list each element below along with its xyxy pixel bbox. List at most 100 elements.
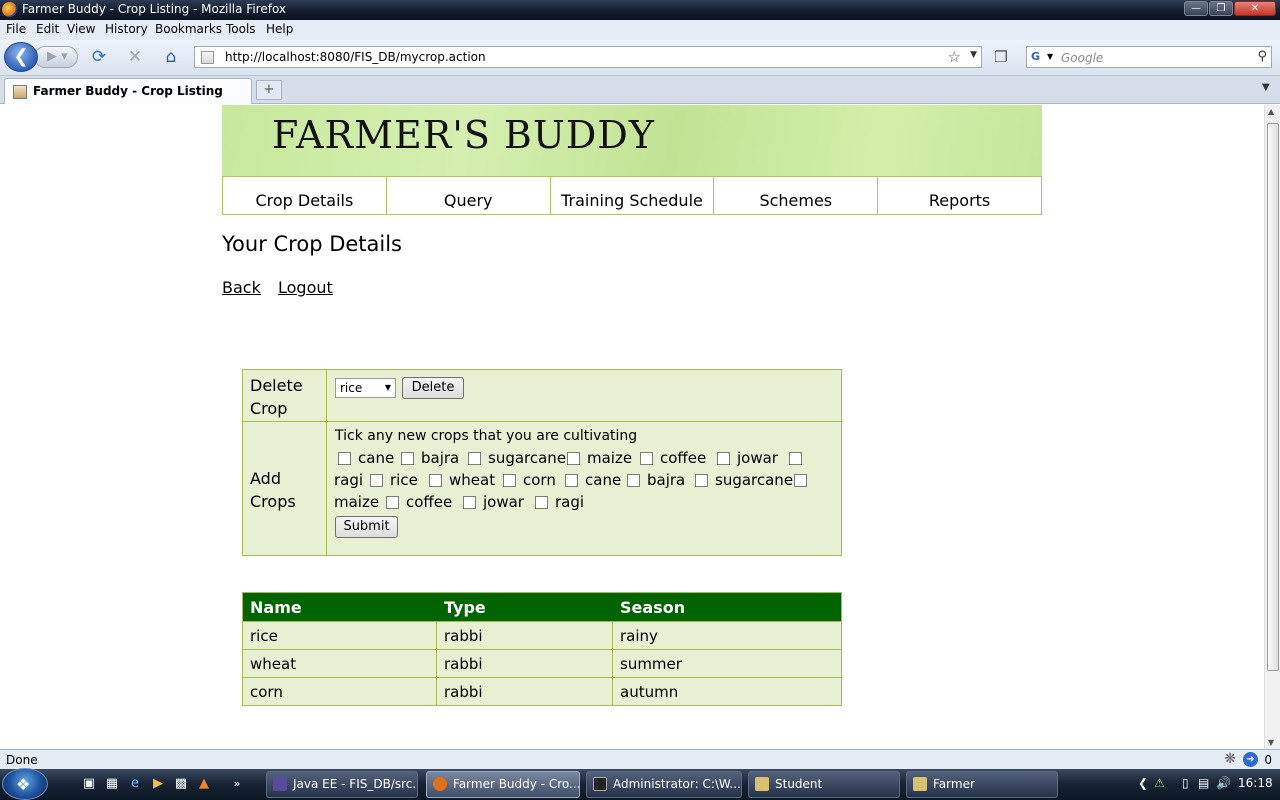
taskbar-button-student[interactable]: Student	[748, 771, 900, 798]
console-icon	[593, 777, 607, 791]
nav-training-schedule[interactable]: Training Schedule	[551, 177, 715, 214]
network-icon[interactable]: ▤	[1198, 776, 1209, 790]
delete-button[interactable]: Delete	[402, 377, 464, 399]
crop-checkbox[interactable]	[565, 474, 578, 487]
back-button[interactable]: ❮	[4, 42, 38, 72]
addon-icon[interactable]: ❋	[1224, 751, 1236, 767]
nav-query[interactable]: Query	[387, 177, 551, 214]
crop-checkbox[interactable]	[386, 496, 399, 509]
menu-bar: File Edit View History Bookmarks Tools H…	[0, 20, 1280, 40]
crop-checkbox[interactable]	[640, 452, 653, 465]
crop-checkbox-label: bajra	[421, 449, 460, 467]
bookmark-star-icon[interactable]: ☆	[948, 48, 961, 66]
column-divider	[612, 621, 613, 705]
vertical-scrollbar[interactable]: ▲ ▼	[1264, 105, 1280, 749]
window-title: Farmer Buddy - Crop Listing - Mozilla Fi…	[22, 2, 287, 16]
crop-checkbox[interactable]	[370, 474, 383, 487]
table-row: wheat rabbi summer	[243, 649, 841, 677]
menu-history[interactable]: History	[105, 22, 148, 36]
scroll-up-icon[interactable]: ▲	[1268, 107, 1274, 116]
menu-help[interactable]: Help	[266, 22, 293, 36]
crop-checkbox[interactable]	[429, 474, 442, 487]
tab-label: Farmer Buddy - Crop Listing	[33, 84, 223, 98]
menu-view[interactable]: View	[67, 22, 95, 36]
cell-season: summer	[620, 655, 682, 673]
clock[interactable]: 16:18	[1238, 776, 1273, 790]
url-dropdown-icon[interactable]: ▼	[970, 50, 977, 60]
crop-checkbox[interactable]	[794, 474, 807, 487]
nav-reports[interactable]: Reports	[878, 177, 1041, 214]
url-bar[interactable]: http://localhost:8080/FIS_DB/mycrop.acti…	[194, 46, 982, 68]
menu-bookmarks[interactable]: Bookmarks	[155, 22, 222, 36]
page-menu-icon[interactable]: ❐	[990, 46, 1012, 68]
media-player-icon[interactable]: ▶	[149, 776, 167, 792]
scroll-down-icon[interactable]: ▼	[1268, 738, 1274, 747]
site-title: FARMER'S BUDDY	[272, 113, 655, 157]
close-button[interactable]: ✕	[1234, 1, 1276, 16]
cell-type: rabbi	[444, 683, 483, 701]
tray-expand-icon[interactable]: ❮	[1138, 776, 1148, 790]
console-icon[interactable]: ▩	[172, 776, 190, 792]
crop-select[interactable]: rice ▼	[335, 378, 396, 398]
minimize-button[interactable]: —	[1184, 1, 1208, 16]
crop-checkbox[interactable]	[627, 474, 640, 487]
nav-schemes[interactable]: Schemes	[714, 177, 879, 214]
column-header-type: Type	[444, 598, 486, 617]
google-icon[interactable]: G	[1031, 50, 1045, 64]
update-icon[interactable]: ➜	[1243, 752, 1258, 767]
taskbar-button-java-ee[interactable]: Java EE - FIS_DB/src...	[266, 771, 418, 798]
tab-farmer-buddy[interactable]: Farmer Buddy - Crop Listing	[4, 78, 252, 104]
stop-icon[interactable]: ✕	[124, 46, 146, 68]
forward-button[interactable]: ▶ ▾	[34, 46, 78, 68]
search-engine-dropdown-icon[interactable]: ▼	[1047, 52, 1053, 61]
quick-launch-expand-icon[interactable]: »	[228, 776, 246, 792]
menu-edit[interactable]: Edit	[36, 22, 59, 36]
submit-button[interactable]: Submit	[335, 516, 398, 538]
crop-checkbox[interactable]	[338, 452, 351, 465]
crop-checkbox-label: cane	[585, 471, 622, 489]
crop-checkbox-label: jowar	[483, 493, 524, 511]
firefox-icon	[433, 777, 447, 791]
taskbar-button-farmer[interactable]: Farmer	[906, 771, 1058, 798]
status-text: Done	[6, 753, 38, 767]
cell-type: rabbi	[444, 655, 483, 673]
nav-crop-details[interactable]: Crop Details	[223, 177, 387, 214]
logout-link[interactable]: Logout	[278, 278, 333, 297]
crop-checkbox[interactable]	[695, 474, 708, 487]
back-link[interactable]: Back	[222, 278, 261, 297]
crop-checkbox[interactable]	[535, 496, 548, 509]
crop-checkbox[interactable]	[717, 452, 730, 465]
page-favicon	[13, 85, 27, 99]
home-icon[interactable]: ⌂	[160, 46, 182, 68]
magnifier-icon[interactable]: ⚲	[1257, 49, 1267, 64]
crop-checkbox[interactable]	[789, 452, 802, 465]
safely-remove-icon[interactable]: ⚠	[1154, 776, 1165, 790]
taskbar-button-administrator[interactable]: Administrator: C:\W...	[586, 771, 742, 798]
crop-checkbox[interactable]	[503, 474, 516, 487]
menu-tools[interactable]: Tools	[226, 22, 256, 36]
crop-checkbox-label: bajra	[647, 471, 686, 489]
back-arrow-icon: ❮	[13, 46, 29, 67]
crop-checkbox-label: rice	[390, 471, 418, 489]
crop-checkbox[interactable]	[401, 452, 414, 465]
new-tab-button[interactable]: +	[256, 80, 282, 100]
menu-file[interactable]: File	[6, 22, 26, 36]
search-box[interactable]: G ▼ Google ⚲	[1026, 46, 1272, 68]
cell-type: rabbi	[444, 627, 483, 645]
tab-list-icon[interactable]: ▼	[1262, 82, 1270, 93]
taskbar-button-farmer-buddy[interactable]: Farmer Buddy - Cro...	[426, 771, 580, 798]
maximize-button[interactable]: ❐	[1209, 1, 1233, 16]
delete-crop-cell: rice ▼ Delete	[327, 370, 841, 422]
battery-icon[interactable]: ▯	[1182, 776, 1189, 790]
internet-explorer-icon[interactable]: e	[126, 776, 144, 792]
show-desktop-icon[interactable]: ▣	[80, 776, 98, 792]
crop-checkbox[interactable]	[468, 452, 481, 465]
start-button[interactable]: ❖	[2, 768, 48, 800]
crop-checkbox[interactable]	[463, 496, 476, 509]
crop-checkbox[interactable]	[567, 452, 580, 465]
vlc-icon[interactable]: ▲	[195, 776, 213, 792]
volume-icon[interactable]: 🔊	[1216, 776, 1231, 790]
scrollbar-thumb[interactable]	[1267, 123, 1279, 671]
reload-icon[interactable]: ⟳	[88, 46, 110, 68]
window-switch-icon[interactable]: ▦	[103, 776, 121, 792]
